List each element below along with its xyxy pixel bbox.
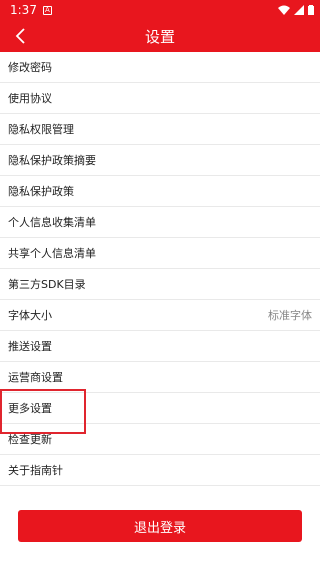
settings-item-push[interactable]: 推送设置: [0, 331, 320, 362]
settings-item-label: 运营商设置: [8, 371, 63, 384]
font-size-value: 标准字体: [268, 309, 312, 322]
settings-item-privacy-summary[interactable]: 隐私保护政策摘要: [0, 145, 320, 176]
settings-item-label: 使用协议: [8, 92, 52, 105]
settings-item-sdk-directory[interactable]: 第三方SDK目录: [0, 269, 320, 300]
settings-item-label: 检查更新: [8, 433, 52, 446]
settings-item-label: 推送设置: [8, 340, 52, 353]
settings-item-shared-info-list[interactable]: 共享个人信息清单: [0, 238, 320, 269]
wifi-icon: [278, 5, 290, 15]
settings-item-privacy-policy[interactable]: 隐私保护政策: [0, 176, 320, 207]
settings-item-label: 个人信息收集清单: [8, 216, 96, 229]
logout-button[interactable]: 退出登录: [18, 510, 302, 542]
settings-item-label: 字体大小: [8, 309, 52, 322]
settings-list: 修改密码 使用协议 隐私权限管理 隐私保护政策摘要 隐私保护政策 个人信息收集清…: [0, 52, 320, 486]
settings-item-label: 隐私保护政策摘要: [8, 154, 96, 167]
settings-item-label: 更多设置: [8, 402, 52, 415]
battery-icon: [308, 5, 314, 15]
settings-item-label: 第三方SDK目录: [8, 278, 86, 291]
back-button[interactable]: [8, 24, 32, 48]
settings-item-carrier[interactable]: 运营商设置: [0, 362, 320, 393]
settings-item-privacy-permissions[interactable]: 隐私权限管理: [0, 114, 320, 145]
app-bar: 设置: [0, 20, 320, 52]
signal-icon: [294, 5, 304, 15]
settings-item-change-password[interactable]: 修改密码: [0, 52, 320, 83]
settings-item-label: 隐私权限管理: [8, 123, 74, 136]
settings-item-label: 修改密码: [8, 61, 52, 74]
settings-item-label: 共享个人信息清单: [8, 247, 96, 260]
chevron-left-icon: [15, 28, 25, 44]
status-time: 1:37: [10, 3, 37, 17]
page-title: 设置: [144, 27, 175, 46]
app-notification-icon: A: [42, 5, 52, 15]
settings-item-user-agreement[interactable]: 使用协议: [0, 83, 320, 114]
settings-item-label: 隐私保护政策: [8, 185, 74, 198]
status-bar: 1:37 A: [0, 0, 320, 20]
settings-item-personal-info-list[interactable]: 个人信息收集清单: [0, 207, 320, 238]
settings-item-label: 关于指南针: [8, 464, 63, 477]
settings-item-check-update[interactable]: 检查更新: [0, 424, 320, 455]
settings-item-more[interactable]: 更多设置: [0, 393, 320, 424]
settings-item-about[interactable]: 关于指南针: [0, 455, 320, 486]
settings-item-font-size[interactable]: 字体大小 标准字体: [0, 300, 320, 331]
